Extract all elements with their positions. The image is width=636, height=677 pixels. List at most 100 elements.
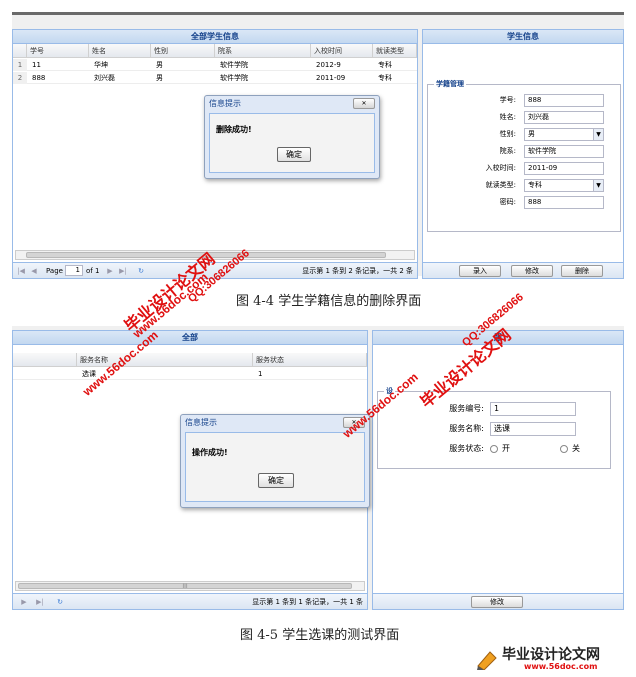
close-icon[interactable]: ✕ <box>353 98 375 109</box>
edit-button[interactable]: 修改 <box>511 265 553 277</box>
paging-toolbar: ▶ ▶| ↻ 显示第 1 条到 1 条记录，一共 1 条 <box>13 593 367 609</box>
student-id-field[interactable]: 888 <box>524 94 604 107</box>
page-label: Page <box>46 267 63 275</box>
add-button[interactable]: 录入 <box>459 265 501 277</box>
pencil-logo-icon <box>477 651 497 670</box>
student-form-panel-title: 学生信息 <box>423 30 623 44</box>
cell-dept: 软件学院 <box>220 61 248 69</box>
table-row[interactable]: 1 11 华坤 男 软件学院 2012-9 专科 <box>13 59 417 71</box>
cell-type: 专科 <box>378 61 392 69</box>
status-open-label: 开 <box>502 444 510 453</box>
cell-id: 11 <box>32 61 41 69</box>
student-grid-header: 学号 姓名 性别 院系 入校时间 就读类型 <box>13 44 417 58</box>
status-open-radio[interactable] <box>490 445 498 453</box>
cell-enroll: 2011-09 <box>316 74 346 82</box>
cell-dept: 软件学院 <box>220 74 248 82</box>
column-header-type[interactable]: 就读类型 <box>373 44 417 58</box>
field-label-id: 学号: <box>499 96 516 104</box>
field-label-password: 密码: <box>499 198 516 206</box>
column-header-enroll[interactable]: 入校时间 <box>311 44 373 58</box>
form-button-bar: 录入 修改 删除 <box>423 262 623 278</box>
student-form-panel: 学生信息 学籍管理 学号: 888 姓名: 刘兴磊 性别: 男 ▼ 院系: 软件学… <box>422 29 624 279</box>
ok-button[interactable]: 确定 <box>258 473 294 488</box>
figure-2-caption: 图 4-5 学生选课的测试界面 <box>240 628 400 643</box>
status-closed-radio[interactable] <box>560 445 568 453</box>
enroll-date-field[interactable]: 2011-09 <box>524 162 604 175</box>
cell-service-status: 1 <box>258 370 263 378</box>
info-dialog: 信息提示 ✕ 删除成功! 确定 <box>204 95 380 179</box>
row-number: 1 <box>13 59 27 71</box>
refresh-icon[interactable]: ↻ <box>55 597 65 607</box>
cell-name: 刘兴磊 <box>94 74 115 82</box>
field-label-name: 姓名: <box>499 113 516 121</box>
study-type-value: 专科 <box>528 181 542 189</box>
field-label-dept: 院系: <box>499 147 516 155</box>
service-grid-header: 服务名称 服务状态 <box>13 353 367 367</box>
next-page-icon[interactable]: ▶ <box>105 266 115 276</box>
logo-url: www.56doc.com <box>524 662 598 671</box>
chevron-down-icon[interactable]: ▼ <box>593 180 603 191</box>
form-button-bar: 修改 <box>373 593 623 609</box>
field-label-type: 就读类型: <box>485 181 516 189</box>
horizontal-scrollbar[interactable]: III <box>15 581 365 591</box>
gender-select[interactable]: 男 ▼ <box>524 128 604 141</box>
column-header-name[interactable]: 姓名 <box>89 44 151 58</box>
page-input[interactable]: 1 <box>65 265 83 276</box>
study-type-select[interactable]: 专科 ▼ <box>524 179 604 192</box>
enrollment-fieldset: 学籍管理 学号: 888 姓名: 刘兴磊 性别: 男 ▼ 院系: 软件学院 入校时… <box>427 79 621 232</box>
service-list-panel-title: 全部 <box>13 331 367 345</box>
refresh-icon[interactable]: ↻ <box>136 266 146 276</box>
dialog-message: 操作成功! <box>192 448 228 457</box>
service-fieldset: 设 服务编号: 1 服务名称: 选课 服务状态: 开 关 <box>377 386 611 469</box>
dialog-body: 操作成功! 确定 <box>185 432 365 502</box>
column-header-service-name[interactable]: 服务名称 <box>77 353 253 367</box>
dialog-message: 删除成功! <box>216 125 252 134</box>
dialog-title: 信息提示 <box>185 418 217 427</box>
ok-button[interactable]: 确定 <box>277 147 311 162</box>
service-name-field[interactable]: 选课 <box>490 422 576 436</box>
next-page-icon[interactable]: ▶ <box>19 597 29 607</box>
status-closed-label: 关 <box>572 444 580 453</box>
field-label-service-name: 服务名称: <box>449 424 484 433</box>
first-page-icon[interactable]: |◀ <box>16 266 26 276</box>
password-field[interactable]: 888 <box>524 196 604 209</box>
service-id-field[interactable]: 1 <box>490 402 576 416</box>
dialog-body: 删除成功! 确定 <box>209 113 375 173</box>
paging-status: 显示第 1 条到 1 条记录，一共 1 条 <box>252 598 363 606</box>
cell-id: 888 <box>32 74 46 82</box>
student-name-field[interactable]: 刘兴磊 <box>524 111 604 124</box>
prev-page-icon[interactable]: ◀ <box>29 266 39 276</box>
cell-type: 专科 <box>378 74 392 82</box>
dept-field[interactable]: 软件学院 <box>524 145 604 158</box>
column-header-service-status[interactable]: 服务状态 <box>253 353 367 367</box>
chevron-down-icon[interactable]: ▼ <box>593 129 603 140</box>
dialog-title: 信息提示 <box>209 99 241 108</box>
field-label-gender: 性别: <box>499 130 516 138</box>
row-number: 2 <box>13 72 27 84</box>
paging-status: 显示第 1 条到 2 条记录，一共 2 条 <box>302 267 413 275</box>
scrollbar-grip-label: III <box>182 583 188 590</box>
student-list-panel-title: 全部学生信息 <box>13 30 417 44</box>
figure-1-caption: 图 4-4 学生学籍信息的删除界面 <box>236 294 422 309</box>
column-header-gender[interactable]: 性别 <box>151 44 215 58</box>
page-count-label: of 1 <box>86 267 100 275</box>
cell-enroll: 2012-9 <box>316 61 341 69</box>
table-row[interactable]: 2 888 刘兴磊 男 软件学院 2011-09 专科 <box>13 72 417 84</box>
cell-name: 华坤 <box>94 61 108 69</box>
delete-button[interactable]: 删除 <box>561 265 603 277</box>
field-label-enroll: 入校时间: <box>485 164 516 172</box>
column-header-id[interactable]: 学号 <box>27 44 89 58</box>
cell-gender: 男 <box>156 61 163 69</box>
column-header-dept[interactable]: 院系 <box>215 44 311 58</box>
cell-gender: 男 <box>156 74 163 82</box>
scrollbar-thumb[interactable]: III <box>18 583 352 590</box>
edit-button[interactable]: 修改 <box>471 596 523 608</box>
row-number-header <box>13 353 77 367</box>
site-logo: 毕业设计论文网 www.56doc.com <box>476 644 632 674</box>
fieldset-legend: 学籍管理 <box>434 79 466 89</box>
table-row[interactable]: 选课 1 <box>13 368 367 380</box>
gender-select-value: 男 <box>528 130 535 138</box>
last-page-icon[interactable]: ▶| <box>35 597 45 607</box>
last-page-icon[interactable]: ▶| <box>118 266 128 276</box>
figure-1-screenshot: 全部学生信息 学号 姓名 性别 院系 入校时间 就读类型 1 11 华坤 男 软… <box>12 12 624 279</box>
